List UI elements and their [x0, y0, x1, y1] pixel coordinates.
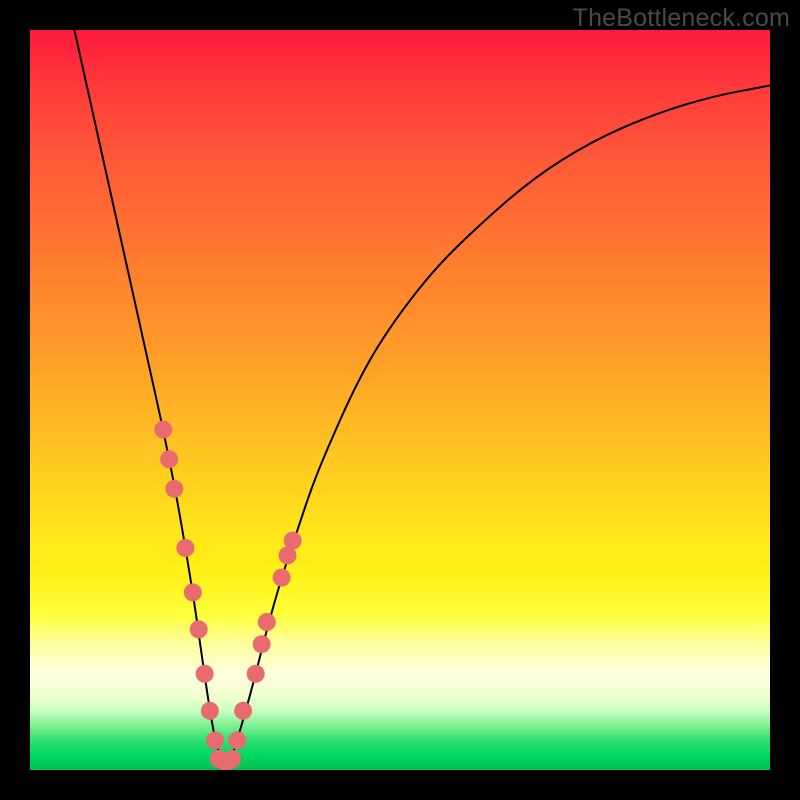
marker-dot — [184, 583, 202, 601]
marker-dot — [206, 731, 224, 749]
marker-dot — [201, 702, 219, 720]
marker-dot — [190, 620, 208, 638]
highlighted-points-group — [154, 421, 302, 770]
marker-dot — [165, 480, 183, 498]
marker-dot — [284, 532, 302, 550]
bottleneck-chart — [30, 30, 770, 770]
marker-dot — [247, 665, 265, 683]
marker-dot — [196, 665, 214, 683]
marker-dot — [223, 750, 241, 768]
marker-dot — [228, 731, 246, 749]
marker-dot — [234, 702, 252, 720]
marker-dot — [176, 539, 194, 557]
bottleneck-curve-line — [74, 30, 770, 763]
watermark-text: TheBottleneck.com — [573, 4, 790, 33]
marker-dot — [258, 613, 276, 631]
marker-dot — [253, 635, 271, 653]
marker-dot — [154, 421, 172, 439]
marker-dot — [273, 569, 291, 587]
marker-dot — [160, 450, 178, 468]
